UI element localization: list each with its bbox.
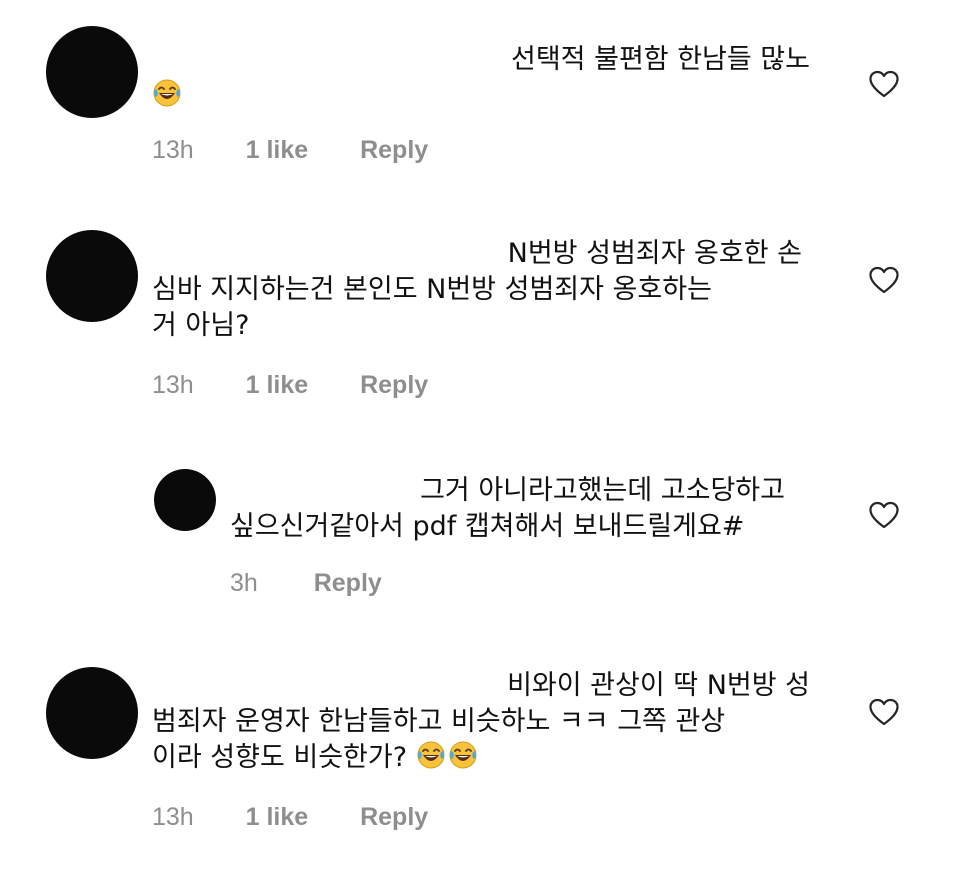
comment-meta: 13h 1 like Reply	[152, 136, 428, 165]
comment-text: 그거 아니라고했는데 고소당하고 싶으신거같아서 pdf 캡쳐해서 보내드릴게요…	[230, 473, 785, 545]
likes-count[interactable]: 1 like	[246, 371, 309, 400]
timestamp[interactable]: 13h	[152, 136, 194, 165]
timestamp[interactable]: 3h	[230, 569, 258, 598]
comment-text-line: 그거 아니라고했는데 고소당하고	[420, 475, 785, 506]
avatar[interactable]	[46, 230, 138, 322]
comment-meta: 3h Reply	[230, 569, 382, 598]
timestamp[interactable]: 13h	[152, 371, 194, 400]
face-with-tears-of-joy-emoji	[152, 78, 182, 108]
comment-meta: 13h 1 like Reply	[152, 803, 428, 832]
comment-text: 비와이 관상이 딱 N번방 성 범죄자 운영자 한남들하고 비슷하노 ㅋㅋ 그쪽…	[152, 668, 810, 776]
avatar[interactable]	[46, 667, 138, 759]
timestamp[interactable]: 13h	[152, 803, 194, 832]
face-with-tears-of-joy-emoji	[448, 740, 478, 770]
reply-button[interactable]: Reply	[360, 803, 428, 832]
face-with-tears-of-joy-emoji	[416, 740, 446, 770]
comment-text-segment: 이라 성향도 비슷한가?	[152, 742, 408, 773]
comment-text-line	[152, 78, 810, 114]
comment-text-line: 비와이 관상이 딱 N번방 성	[507, 670, 810, 701]
comment-text: N번방 성범죄자 옹호한 손 심바 지지하는건 본인도 N번방 성범죄자 옹호하…	[152, 236, 802, 344]
likes-count[interactable]: 1 like	[246, 803, 309, 832]
reply-button[interactable]: Reply	[360, 136, 428, 165]
avatar[interactable]	[154, 469, 216, 531]
heart-outline-icon[interactable]	[868, 501, 900, 529]
comment-meta: 13h 1 like Reply	[152, 371, 428, 400]
avatar[interactable]	[46, 26, 138, 118]
comment-text-line: 이라 성향도 비슷한가?	[152, 740, 810, 776]
comment-text-line: 싶으신거같아서 pdf 캡쳐해서 보내드릴게요#	[230, 511, 745, 542]
comment-text-line: 선택적 불편함 한남들 많노	[511, 44, 810, 75]
comment-text-line: 심바 지지하는건 본인도 N번방 성범죄자 옹호하는	[152, 274, 712, 305]
likes-count[interactable]: 1 like	[246, 136, 309, 165]
heart-outline-icon[interactable]	[868, 266, 900, 294]
comment-text-line: 범죄자 운영자 한남들하고 비슷하노 ㅋㅋ 그쪽 관상	[152, 706, 726, 737]
heart-outline-icon[interactable]	[868, 70, 900, 98]
comment-text-line: 거 아님?	[152, 310, 250, 341]
reply-button[interactable]: Reply	[360, 371, 428, 400]
comment-text-line: N번방 성범죄자 옹호한 손	[507, 238, 802, 269]
reply-button[interactable]: Reply	[314, 569, 382, 598]
comment-text: 선택적 불편함 한남들 많노	[152, 42, 810, 114]
heart-outline-icon[interactable]	[868, 698, 900, 726]
